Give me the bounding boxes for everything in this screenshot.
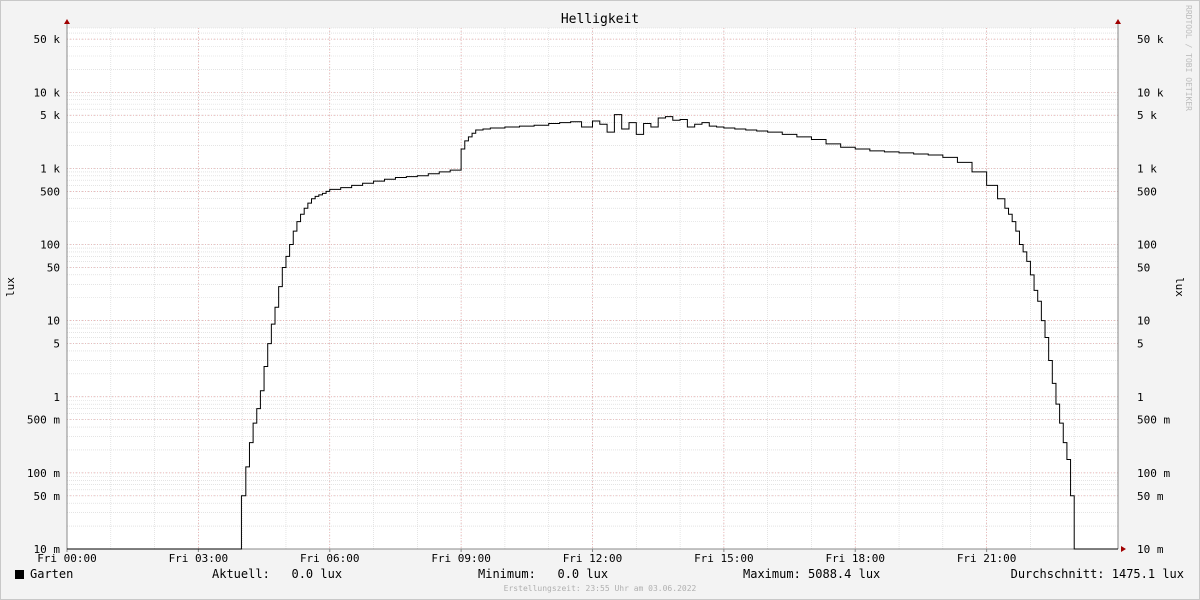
legend-minimum: Minimum: 0.0 lux	[478, 567, 609, 581]
x-tick-label: Fri 06:00	[300, 552, 360, 565]
credit-text: RRDTOOL / TOBI OETIKER	[1184, 5, 1193, 111]
y-tick-label-right: 5 k	[1137, 109, 1157, 122]
legend-current: Aktuell: 0.0 lux	[212, 567, 343, 581]
y-arrow-right	[1115, 19, 1121, 24]
x-tick-label: Fri 15:00	[694, 552, 754, 565]
y-tick-label-left: 50 k	[34, 33, 61, 46]
legend-series-name: Garten	[30, 567, 74, 581]
y-tick-label-right: 500 m	[1137, 414, 1170, 427]
creation-time: Erstellungszeit: 23:55 Uhr am 03.06.2022	[503, 584, 697, 593]
y-tick-label-left: 1 k	[40, 162, 60, 175]
y-tick-label-right: 50 k	[1137, 33, 1164, 46]
y-tick-label-left: 5	[53, 338, 60, 351]
legend-swatch	[15, 570, 24, 579]
x-tick-label: Fri 03:00	[169, 552, 229, 565]
y-tick-label-left: 5 k	[40, 109, 60, 122]
y-axis-label-left: lux	[4, 277, 17, 297]
legend-average: Durchschnitt: 1475.1 lux	[1010, 567, 1184, 581]
y-tick-label-right: 1	[1137, 391, 1144, 404]
x-tick-label: Fri 09:00	[431, 552, 491, 565]
y-tick-label-left: 100 m	[27, 467, 60, 480]
y-tick-label-right: 10 k	[1137, 86, 1164, 99]
x-tick-label: Fri 00:00	[37, 552, 97, 565]
y-arrow-left	[64, 19, 70, 24]
y-tick-label-right: 5	[1137, 338, 1144, 351]
y-tick-label-right: 50 m	[1137, 490, 1164, 503]
x-arrow	[1121, 546, 1126, 552]
y-tick-label-left: 50 m	[34, 490, 61, 503]
y-tick-label-left: 500	[40, 185, 60, 198]
y-ticks-right: 10 m 50 m 100 m 500 m 1 5 10 50 100 500 1 k 5 k 10 k…	[1137, 33, 1170, 556]
y-axis-label-right: lux	[1173, 277, 1186, 297]
x-ticks: Fri 00:00 Fri 03:00 Fri 06:00 Fri 09:00 Fri …	[37, 549, 1016, 565]
legend-maximum: Maximum: 5088.4 lux	[743, 567, 881, 581]
y-ticks-left: 10 m50 m100 m500 m1510501005001 k5 k10 k…	[27, 33, 60, 556]
x-tick-label: Fri 12:00	[563, 552, 623, 565]
brightness-chart: 10 m 50 m 100 m 500 m 1 5 10 50 100 500 1 k 5 k 10 k…	[4, 5, 1193, 565]
y-tick-label-right: 1 k	[1137, 162, 1157, 175]
y-tick-label-right: 500	[1137, 185, 1157, 198]
y-tick-label-left: 50	[47, 261, 60, 274]
y-tick-label-right: 100	[1137, 239, 1157, 252]
y-tick-label-left: 100	[40, 239, 60, 252]
y-tick-label-right: 100 m	[1137, 467, 1170, 480]
y-tick-label-left: 10	[47, 315, 60, 328]
chart-title: Helligkeit	[561, 12, 639, 27]
y-tick-label-left: 10 k	[34, 86, 61, 99]
x-tick-label: Fri 21:00	[957, 552, 1017, 565]
y-tick-label-left: 500 m	[27, 414, 60, 427]
y-tick-label-left: 1	[53, 391, 60, 404]
y-tick-label-right: 50	[1137, 261, 1150, 274]
y-tick-label-right: 10	[1137, 315, 1150, 328]
y-tick-label-right: 10 m	[1137, 543, 1164, 556]
x-tick-label: Fri 18:00	[825, 552, 885, 565]
